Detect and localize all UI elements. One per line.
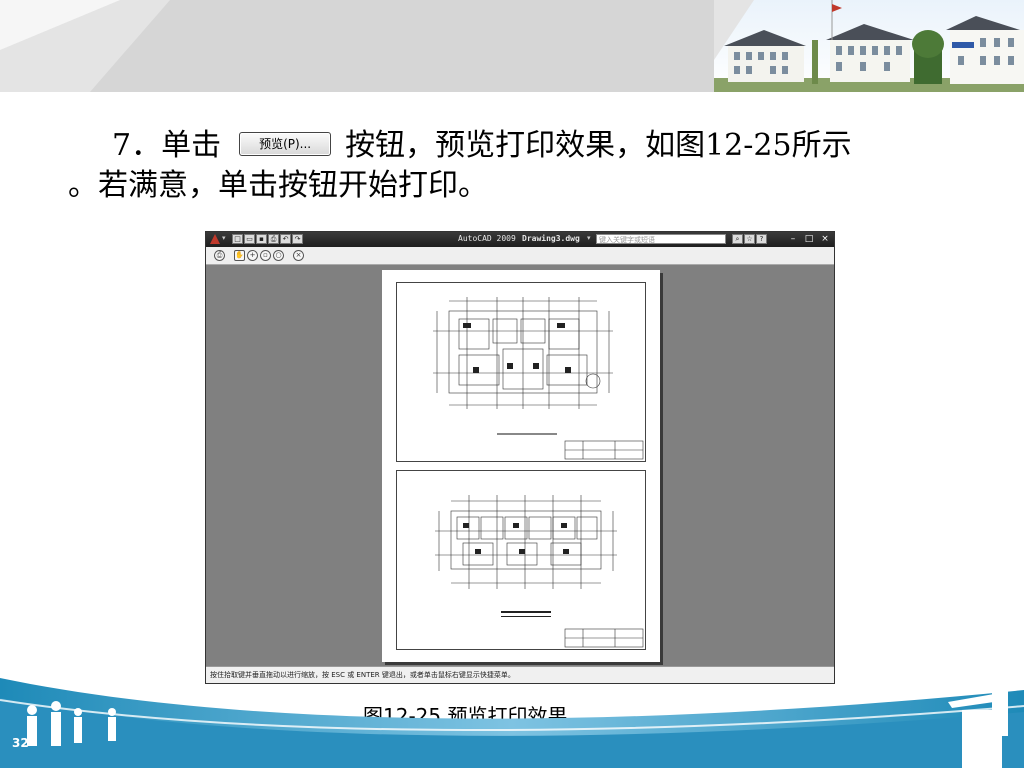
title-bar: ▾ □ ▭ ▪ ⎙ ↶ ↷ AutoCAD 2009 Drawing3.dwg …: [206, 232, 834, 247]
search-input[interactable]: 键入关键字或短语: [596, 234, 726, 244]
undo-icon[interactable]: ↶: [280, 234, 291, 244]
preview-toolbar: ⎙ ✋ + ▫ ○ ×: [206, 247, 834, 265]
minimize-icon[interactable]: –: [786, 233, 800, 245]
preview-button-image: 预览(P)...: [239, 132, 332, 156]
autocad-logo-icon[interactable]: [209, 233, 221, 245]
search-icon[interactable]: ⌕: [732, 234, 743, 244]
floor-plan-drawing: [435, 495, 644, 648]
instruction-text-part2: 按钮，预览打印效果，如图12-25所示: [345, 128, 852, 163]
footer-decoration: [0, 671, 1024, 768]
app-title: AutoCAD 2009: [458, 234, 516, 243]
new-icon[interactable]: □: [232, 234, 243, 244]
help-icon[interactable]: ?: [756, 234, 767, 244]
save-icon[interactable]: ▪: [256, 234, 267, 244]
zoom-original-icon[interactable]: ○: [273, 250, 284, 261]
drawing-sheet-bottom: [396, 470, 646, 650]
title-dropdown-icon[interactable]: ▾: [587, 234, 591, 242]
print-preview-paper: [382, 270, 660, 662]
page-number: 32: [12, 736, 29, 750]
zoom-icon[interactable]: +: [247, 250, 258, 261]
print-icon[interactable]: ⎙: [268, 234, 279, 244]
document-title: Drawing3.dwg: [522, 234, 580, 243]
restore-icon[interactable]: □: [802, 233, 816, 245]
app-menu-arrow-icon[interactable]: ▾: [222, 234, 226, 242]
autocad-preview-window: ▾ □ ▭ ▪ ⎙ ↶ ↷ AutoCAD 2009 Drawing3.dwg …: [205, 231, 835, 684]
communication-icon[interactable]: ☆: [744, 234, 755, 244]
instruction-line-2: 。若满意，单击按钮开始打印。: [68, 168, 488, 203]
pan-icon[interactable]: ✋: [234, 250, 245, 261]
header-photo-houses: [714, 0, 1024, 92]
instruction-text-part1: 单击: [161, 128, 222, 163]
zoom-window-icon[interactable]: ▫: [260, 250, 271, 261]
instruction-number: 7．: [112, 128, 162, 163]
instruction-line-1: 7．单击 预览(P)... 按钮，预览打印效果，如图12-25所示: [112, 128, 852, 164]
redo-icon[interactable]: ↷: [292, 234, 303, 244]
plot-icon[interactable]: ⎙: [214, 250, 225, 261]
close-icon[interactable]: ×: [818, 233, 832, 245]
close-preview-icon[interactable]: ×: [293, 250, 304, 261]
floor-plan-drawing: [433, 297, 644, 460]
open-icon[interactable]: ▭: [244, 234, 255, 244]
drawing-sheet-top: [396, 282, 646, 462]
